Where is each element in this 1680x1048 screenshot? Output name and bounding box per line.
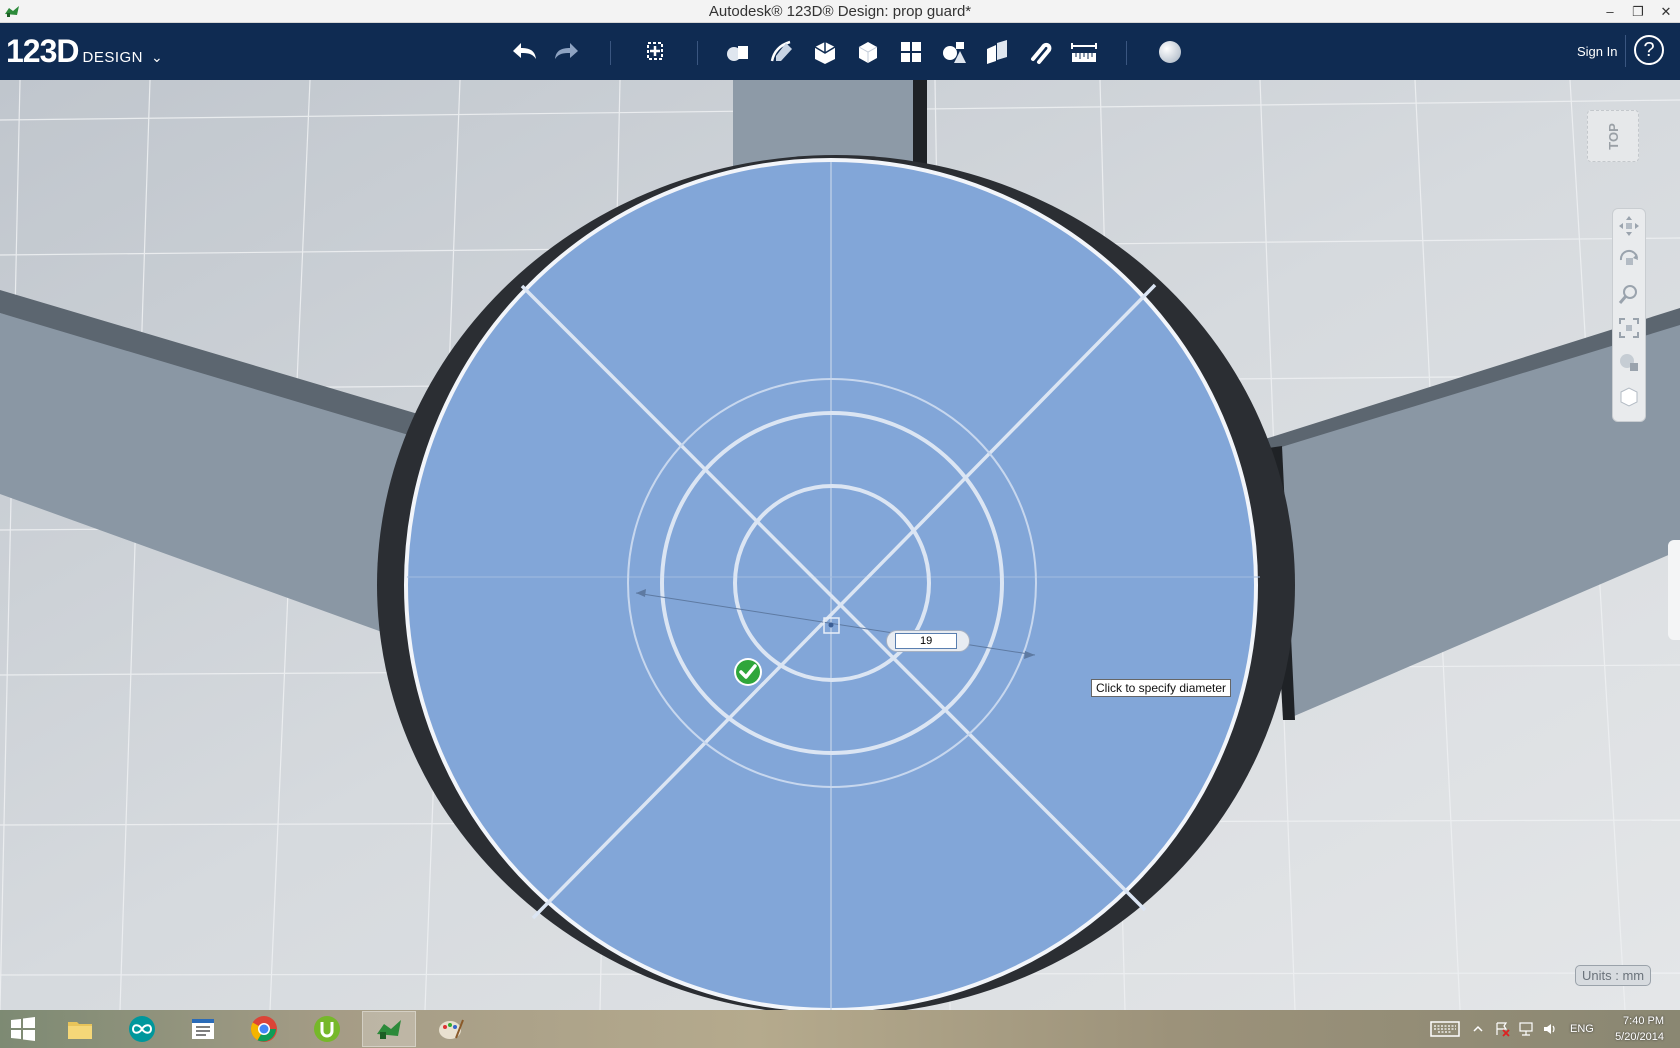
toolbar-divider [610,41,611,65]
toolbar-divider [1126,41,1127,65]
paint-icon [439,1019,464,1039]
orbit-button[interactable] [1613,243,1645,277]
material-button[interactable] [1153,35,1187,69]
orbit-icon [1619,249,1638,265]
network-icon[interactable] [1518,1021,1534,1037]
help-button[interactable]: ? [1634,35,1664,65]
construct-icon [814,42,836,64]
redo-button[interactable] [550,35,584,69]
volume-icon[interactable] [1542,1021,1558,1037]
sketch-icon [770,40,792,62]
system-tray: ENG [1430,1010,1594,1048]
close-button[interactable]: ✕ [1652,0,1680,23]
units-indicator[interactable]: Units : mm [1575,965,1652,986]
notes-app-icon [192,1019,214,1039]
app-logo-icon [5,6,19,17]
sketch-disc [404,158,1260,1010]
pan-button[interactable] [1613,209,1645,243]
start-icon [11,1017,35,1041]
combine-icon [987,40,1007,64]
material-icon [1159,41,1181,63]
title-bar: Autodesk® 123D® Design: prop guard* – ❐ … [0,0,1680,23]
diameter-input-pill [886,630,970,652]
3d-viewport[interactable]: Click to specify diameter TOP [0,80,1680,1010]
snap-button[interactable] [1023,35,1057,69]
view-mode-icon [1620,354,1638,371]
123d-design-icon [377,1020,401,1039]
pan-icon [1619,216,1639,236]
pattern-icon [901,42,921,62]
view-mode-button[interactable] [1613,345,1645,379]
redo-icon [555,43,578,59]
system-clock[interactable]: 7:40 PM 5/20/2014 [1608,1013,1664,1045]
tooltip: Click to specify diameter [1091,679,1232,697]
navigation-bar [1612,208,1646,422]
arduino-icon [129,1016,155,1042]
grouping-icon [943,42,966,63]
clock-time: 7:40 PM [1623,1015,1664,1027]
restore-button[interactable]: ❐ [1624,0,1652,23]
toolbar-divider [1625,35,1626,67]
app-window: Autodesk® 123D® Design: prop guard* – ❐ … [0,0,1680,1048]
grouping-button[interactable] [937,35,971,69]
material-view-button[interactable] [1613,379,1645,413]
measure-button[interactable] [1067,35,1101,69]
modify-button[interactable] [851,35,885,69]
combine-button[interactable] [980,35,1014,69]
taskbar-paint[interactable] [424,1011,478,1047]
window-title: Autodesk® 123D® Design: prop guard* [708,2,972,20]
taskbar-utorrent[interactable] [300,1011,354,1047]
diameter-input[interactable] [895,633,957,649]
undo-button[interactable] [507,35,541,69]
fit-icon [1619,318,1639,338]
undo-icon [513,43,536,59]
view-cube-face-label: TOP [1605,122,1621,150]
primitives-button[interactable] [721,35,755,69]
window-controls: – ❐ ✕ [1596,0,1680,23]
primitives-icon [727,46,748,61]
clock-date: 5/20/2014 [1615,1031,1664,1043]
transform-button[interactable] [638,35,672,69]
zoom-icon [1618,285,1637,304]
view-cube[interactable]: TOP [1587,110,1639,162]
construct-button[interactable] [808,35,842,69]
pattern-button[interactable] [894,35,928,69]
side-panel-toggle[interactable] [1668,540,1680,640]
measure-icon [1071,43,1097,62]
taskbar-notes-app[interactable] [176,1011,230,1047]
chrome-icon [250,1016,277,1042]
action-center-icon[interactable] [1494,1021,1510,1037]
chevron-up-icon[interactable] [1472,1023,1484,1035]
sketch-button[interactable] [764,35,798,69]
chevron-down-icon: ⌄ [151,49,163,65]
snap-icon [1031,42,1052,64]
language-indicator[interactable]: ENG [1570,1023,1594,1035]
main-toolbar: 123D DESIGN ⌄ Sign In ? [0,23,1680,80]
sign-in-link[interactable]: Sign In [1577,44,1617,59]
taskbar-arduino[interactable] [115,1011,169,1047]
brand-subtitle: DESIGN [82,49,144,66]
utorrent-icon [314,1016,340,1042]
confirm-check-icon[interactable] [733,657,763,687]
fit-button[interactable] [1613,311,1645,345]
windows-taskbar: ENG 7:40 PM 5/20/2014 [0,1010,1680,1048]
taskbar-file-explorer[interactable] [53,1011,107,1047]
minimize-button[interactable]: – [1596,0,1624,23]
keyboard-icon[interactable] [1430,1019,1460,1039]
material-view-icon [1620,387,1638,407]
transform-icon [647,42,663,60]
scene-canvas[interactable] [0,80,1680,1010]
taskbar-123d-design[interactable] [362,1011,416,1047]
brand-name: 123D [6,33,79,69]
toolbar-divider [697,41,698,65]
start-button[interactable] [0,1011,46,1047]
file-explorer-icon [68,1022,92,1039]
taskbar-chrome[interactable] [237,1011,291,1047]
modify-icon [858,42,878,63]
zoom-button[interactable] [1613,277,1645,311]
app-menu-button[interactable]: 123D DESIGN ⌄ [6,33,163,70]
